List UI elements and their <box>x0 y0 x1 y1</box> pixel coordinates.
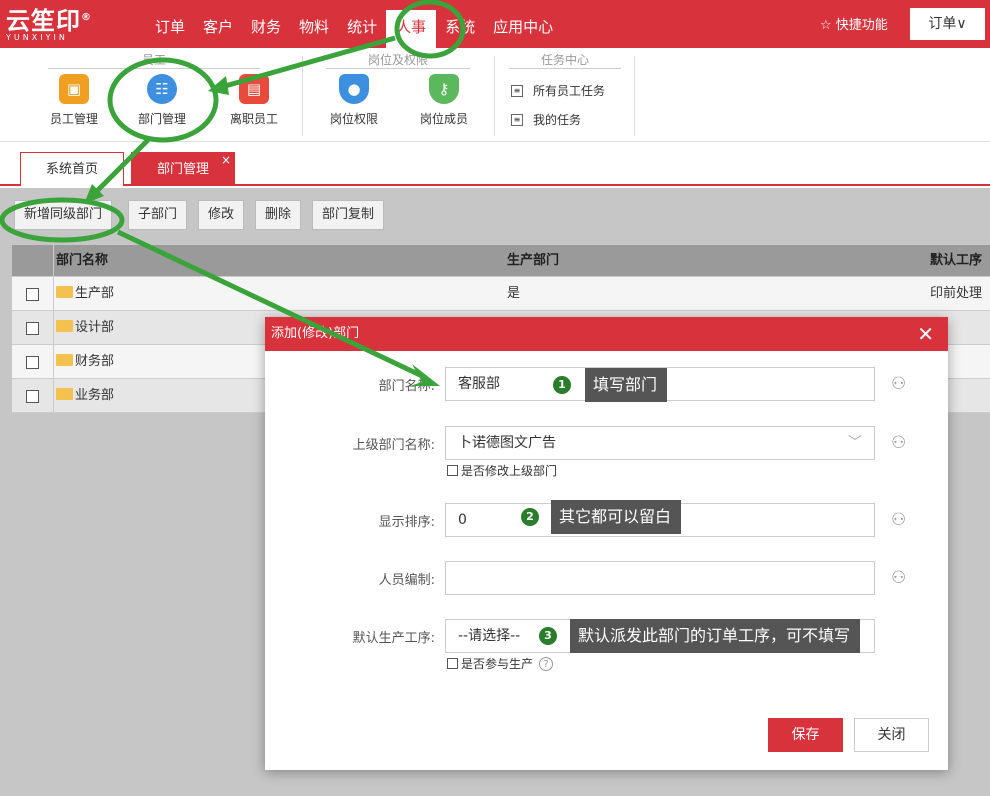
close-icon[interactable]: ✕ <box>917 317 934 351</box>
nav-hr[interactable]: 人事 <box>386 10 437 48</box>
chevron-down-icon: ﹀ <box>848 435 862 451</box>
ribbon-resigned[interactable]: ▤ 离职员工 <box>222 74 286 127</box>
row-checkbox[interactable] <box>26 288 39 301</box>
ribbon-position-members[interactable]: ⚷ 岗位成员 <box>412 74 476 127</box>
nav-statistics[interactable]: 统计 <box>338 0 386 48</box>
step-3-badge: 3 <box>539 627 557 645</box>
join-production-checkbox[interactable]: 是否参与生产 ? <box>447 655 554 672</box>
key-shield-icon: ⚷ <box>429 74 459 104</box>
quick-functions-link[interactable]: ☆ 快捷功能 <box>820 14 888 33</box>
nav-system[interactable]: 系统 <box>436 0 484 48</box>
folder-icon <box>56 388 73 400</box>
tab-home[interactable]: 系统首页 <box>20 152 124 186</box>
callout-2: 其它都可以留白 <box>551 500 682 534</box>
user-picker-icon[interactable]: ⚇ <box>891 433 906 453</box>
user-picker-icon[interactable]: ⚇ <box>891 568 906 588</box>
folder-icon <box>56 354 73 366</box>
step-2-badge: 2 <box>521 508 539 526</box>
callout-3: 默认派发此部门的订单工序，可不填写 <box>570 619 861 653</box>
employee-card-icon: ▣ <box>59 74 89 104</box>
close-button[interactable]: 关闭 <box>854 718 929 752</box>
label-dept-name: 部门名称: <box>378 379 435 394</box>
ribbon-position-permission[interactable]: ● 岗位权限 <box>322 74 386 127</box>
group-title-employee: 员工 <box>48 52 260 69</box>
nav-app-center[interactable]: 应用中心 <box>484 0 562 48</box>
nav-orders[interactable]: 订单 <box>146 0 194 48</box>
nav-customers[interactable]: 客户 <box>194 0 242 48</box>
page-tabs: 系统首页 部门管理 × <box>0 142 990 186</box>
save-button[interactable]: 保存 <box>768 718 843 752</box>
callout-1: 填写部门 <box>585 368 668 402</box>
row-checkbox[interactable] <box>26 390 39 403</box>
ribbon-toolbar: 员工 岗位及权限 任务中心 ▣ 员工管理 ☷ 部门管理 ▤ 离职员工 ● 岗位权… <box>0 48 990 142</box>
dialog-header: 添加(修改)部门 ✕ <box>265 317 948 351</box>
folder-icon <box>56 286 73 298</box>
add-sibling-dept-button[interactable]: 新增同级部门 <box>14 200 113 230</box>
group-title-task: 任务中心 <box>509 52 621 69</box>
nav-finance[interactable]: 财务 <box>242 0 290 48</box>
task-all-employees[interactable]: ≡ 所有员工任务 <box>511 82 605 99</box>
table-row[interactable]: 生产部 是 印前处理 <box>12 277 990 311</box>
top-nav-bar: 云笙印® YUNXIYIN 订单 客户 财务 物料 统计 人事 系统 应用中心 … <box>0 0 990 48</box>
group-title-position: 岗位及权限 <box>326 52 470 69</box>
sub-dept-button[interactable]: 子部门 <box>128 200 188 230</box>
delete-button[interactable]: 删除 <box>255 200 302 230</box>
ribbon-employee-manage[interactable]: ▣ 员工管理 <box>42 74 106 127</box>
task-my-tasks[interactable]: ≡ 我的任务 <box>511 111 581 128</box>
row-checkbox[interactable] <box>26 322 39 335</box>
org-chart-icon: ☷ <box>147 74 177 104</box>
order-dropdown[interactable]: 订单∨ <box>910 8 985 40</box>
copy-dept-button[interactable]: 部门复制 <box>312 200 385 230</box>
nav-materials[interactable]: 物料 <box>290 0 338 48</box>
star-outline-icon: ☆ <box>820 18 832 33</box>
step-1-badge: 1 <box>553 376 571 394</box>
close-icon[interactable]: × <box>221 143 231 177</box>
app-logo: 云笙印® YUNXIYIN <box>6 7 92 42</box>
tab-dept-manage[interactable]: 部门管理 × <box>131 152 235 186</box>
table-header: 部门名称 生产部门 默认工序 <box>12 245 990 277</box>
resign-card-icon: ▤ <box>239 74 269 104</box>
row-checkbox[interactable] <box>26 356 39 369</box>
ribbon-dept-manage[interactable]: ☷ 部门管理 <box>130 74 194 127</box>
staff-quota-input[interactable] <box>445 561 875 595</box>
folder-icon <box>56 320 73 332</box>
label-parent-dept: 上级部门名称: <box>352 438 435 453</box>
label-staff-quota: 人员编制: <box>378 573 435 588</box>
user-picker-icon[interactable]: ⚇ <box>891 510 906 530</box>
list-icon: ≡ <box>511 84 523 97</box>
user-picker-icon[interactable]: ⚇ <box>891 374 906 394</box>
label-default-process: 默认生产工序: <box>352 631 435 646</box>
edit-button[interactable]: 修改 <box>198 200 245 230</box>
label-display-order: 显示排序: <box>378 515 435 530</box>
main-nav: 订单 客户 财务 物料 统计 人事 系统 应用中心 <box>146 0 562 48</box>
list-icon: ≡ <box>511 113 523 126</box>
modify-parent-checkbox[interactable]: 是否修改上级部门 <box>447 462 557 479</box>
user-shield-icon: ● <box>339 74 369 104</box>
help-icon[interactable]: ? <box>539 656 554 671</box>
parent-dept-select[interactable]: 卜诺德图文广告 ﹀ <box>445 426 875 460</box>
